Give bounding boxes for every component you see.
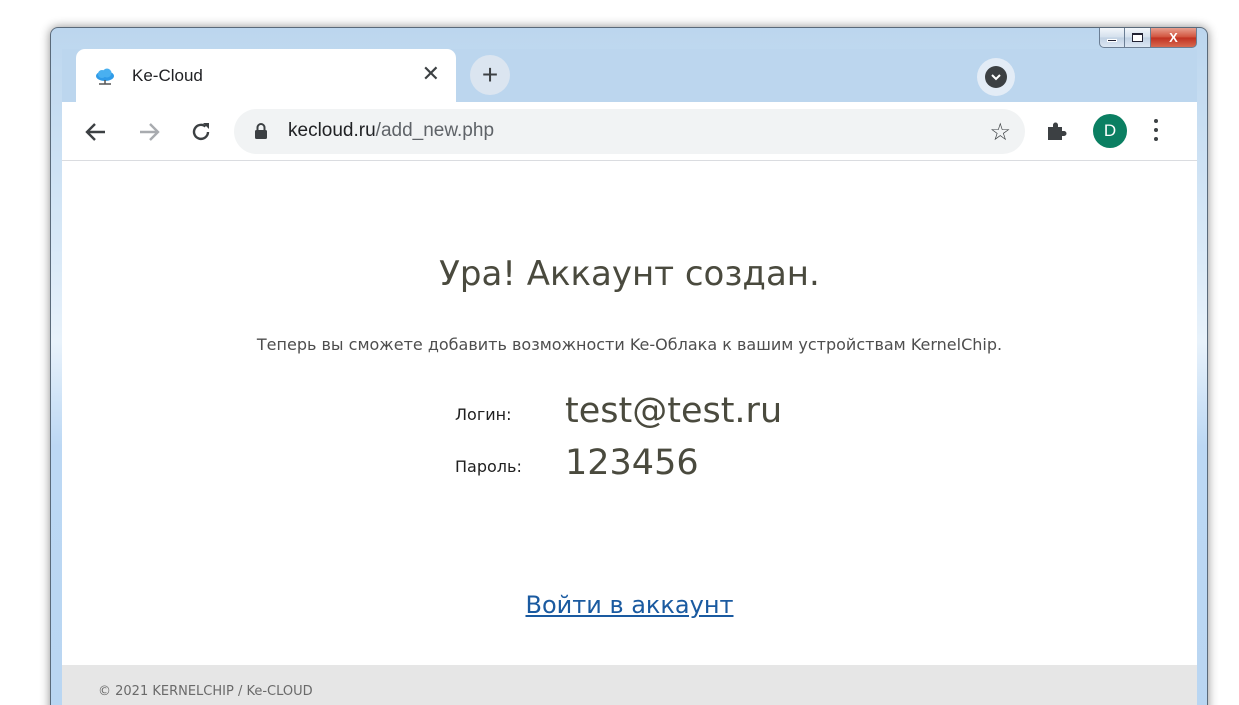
tab-ke-cloud[interactable]: Ke-Cloud ✕ (76, 49, 456, 103)
address-bar[interactable]: kecloud.ru/add_new.php ☆ (234, 109, 1025, 154)
tab-search-button[interactable] (977, 58, 1015, 96)
menu-kebab-icon[interactable] (1154, 119, 1160, 143)
tab-strip: Ke-Cloud ✕ + (62, 49, 1197, 103)
page-subtext: Теперь вы сможете добавить возможности K… (256, 335, 1003, 354)
plus-icon: + (481, 59, 499, 90)
lock-icon (255, 123, 267, 139)
page-footer: © 2021 KERNELCHIP / Ke-CLOUD (62, 665, 1197, 705)
password-value: 123456 (565, 443, 699, 483)
back-arrow-icon (85, 123, 105, 141)
footer-copyright: © 2021 KERNELCHIP / Ke-CLOUD (98, 684, 313, 699)
maximize-icon (1132, 33, 1143, 42)
browser-toolbar: kecloud.ru/add_new.php ☆ D (62, 102, 1197, 161)
browser-chrome: Ke-Cloud ✕ + kecloud.ru/add_new.php ☆ D … (62, 49, 1197, 705)
url-text: kecloud.ru/add_new.php (288, 120, 494, 142)
login-link[interactable]: Войти в аккаунт (62, 591, 1197, 619)
maximize-button[interactable] (1125, 28, 1151, 48)
browser-window: X Ke-Cloud ✕ + kecloud.ru/add_new.php ☆ … (50, 27, 1208, 705)
page-content: Ура! Аккаунт создан. Теперь вы сможете д… (62, 161, 1197, 705)
bookmark-star-icon[interactable]: ☆ (989, 118, 1011, 147)
login-value: test@test.ru (565, 391, 783, 431)
cloud-icon (96, 68, 114, 85)
tab-title: Ke-Cloud (132, 66, 203, 85)
forward-arrow-icon (140, 123, 160, 141)
back-button[interactable] (84, 120, 108, 144)
close-window-button[interactable]: X (1151, 28, 1197, 48)
chevron-down-icon (985, 66, 1007, 88)
profile-initial: D (1103, 121, 1117, 140)
forward-button[interactable] (137, 120, 161, 144)
password-label: Пароль: (455, 457, 522, 476)
new-tab-button[interactable]: + (470, 55, 510, 95)
url-host: kecloud.ru (288, 120, 376, 141)
profile-avatar[interactable]: D (1093, 114, 1127, 148)
page-headline: Ура! Аккаунт создан. (439, 254, 820, 294)
tab-close-icon[interactable]: ✕ (422, 63, 440, 85)
reload-icon (192, 123, 210, 141)
url-path: /add_new.php (375, 120, 495, 141)
puzzle-icon (1048, 122, 1067, 140)
reload-button[interactable] (189, 120, 213, 144)
extensions-button[interactable] (1044, 119, 1068, 143)
minimize-icon (1107, 39, 1117, 42)
login-label: Логин: (455, 405, 512, 424)
minimize-button[interactable] (1099, 28, 1125, 48)
close-window-icon: X (1169, 30, 1178, 45)
